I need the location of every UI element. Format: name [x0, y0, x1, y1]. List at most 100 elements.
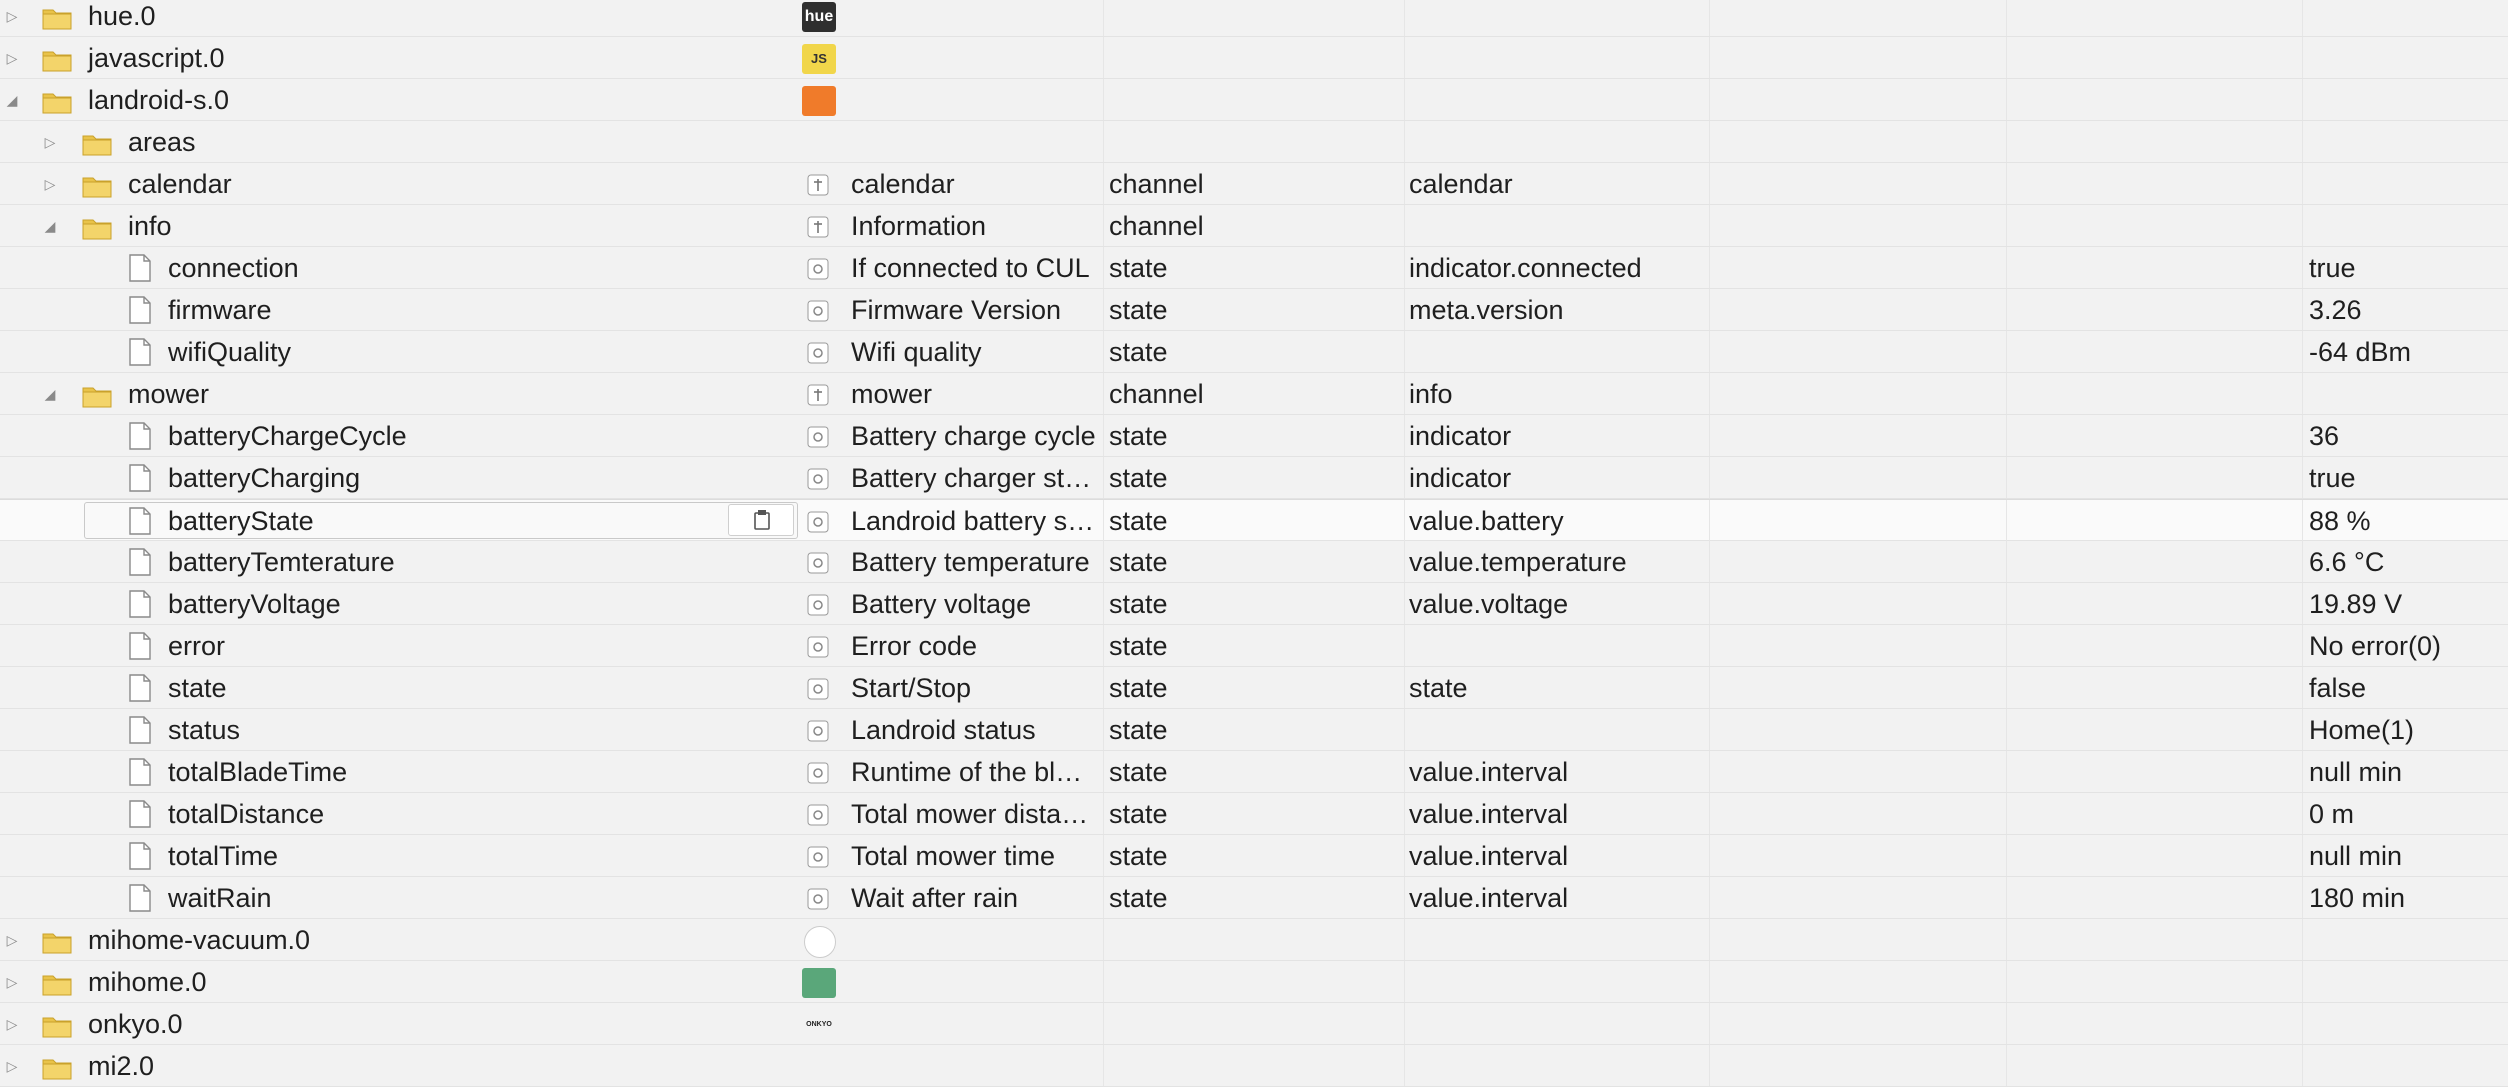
column-divider [2302, 1003, 2303, 1044]
column-divider [2302, 541, 2303, 582]
tree-row-status[interactable]: status Landroid status state Home(1) [0, 709, 2508, 751]
collapse-triangle-icon[interactable]: ◢ [40, 373, 60, 414]
state-file-icon [129, 296, 151, 324]
object-id[interactable]: totalBladeTime [168, 751, 347, 792]
object-name: Battery charge cycle [851, 421, 1096, 451]
column-divider [2302, 667, 2303, 708]
tree-row-firmware[interactable]: firmware Firmware Version state meta.versio… [0, 289, 2508, 331]
state-icon [807, 718, 829, 742]
column-divider [1103, 163, 1104, 204]
collapse-triangle-icon[interactable]: ◢ [2, 79, 22, 120]
tree-row-mower[interactable]: ◢ mower mower channel info [0, 373, 2508, 415]
tree-row-calendar[interactable]: ▷ calendar calendar channel calendar [0, 163, 2508, 205]
state-icon [807, 466, 829, 490]
column-divider [2006, 373, 2007, 414]
object-id[interactable]: mihome.0 [88, 961, 207, 1002]
tree-row-waitrain[interactable]: waitRain Wait after rain state value.interv… [0, 877, 2508, 919]
column-divider [1103, 1045, 1104, 1086]
expand-triangle-icon[interactable]: ▷ [2, 0, 22, 36]
object-id[interactable]: wifiQuality [168, 331, 291, 372]
expand-triangle-icon[interactable]: ▷ [40, 121, 60, 162]
object-id[interactable]: calendar [128, 163, 232, 204]
tree-row-mihome-0[interactable]: ▷ mihome.0 [0, 961, 2508, 1003]
object-id[interactable]: batteryVoltage [168, 583, 341, 624]
column-divider [2302, 583, 2303, 624]
object-id[interactable]: batteryChargeCycle [168, 415, 407, 456]
folder-icon [82, 174, 112, 198]
object-type: state [1109, 506, 1168, 536]
object-id[interactable]: connection [168, 247, 299, 288]
column-divider [2302, 1045, 2303, 1086]
column-divider [2006, 793, 2007, 834]
state-icon [807, 256, 829, 280]
object-id[interactable]: batteryState [168, 500, 314, 541]
object-id[interactable]: firmware [168, 289, 272, 330]
tree-row-areas[interactable]: ▷ areas [0, 121, 2508, 163]
object-id[interactable]: javascript.0 [88, 37, 225, 78]
collapse-triangle-icon[interactable]: ◢ [40, 205, 60, 246]
object-id[interactable]: hue.0 [88, 0, 156, 36]
tree-row-totaltime[interactable]: totalTime Total mower time state value.inte… [0, 835, 2508, 877]
object-name: Landroid status [851, 715, 1036, 745]
object-id[interactable]: totalDistance [168, 793, 324, 834]
tree-row-wifiquality[interactable]: wifiQuality Wifi quality state -64 dBm [0, 331, 2508, 373]
object-id[interactable]: waitRain [168, 877, 272, 918]
expand-triangle-icon[interactable]: ▷ [40, 163, 60, 204]
column-divider [1404, 667, 1405, 708]
tree-row-onkyo-0[interactable]: ▷ onkyo.0 ONKYO [0, 1003, 2508, 1045]
tree-row-batteryvoltage[interactable]: batteryVoltage Battery voltage state value.… [0, 583, 2508, 625]
object-id[interactable]: mi2.0 [88, 1045, 154, 1086]
mihome-adapter-icon [802, 968, 836, 998]
expand-triangle-icon[interactable]: ▷ [2, 1003, 22, 1044]
tree-row-landroid-s-0[interactable]: ◢ landroid-s.0 [0, 79, 2508, 121]
object-role [1409, 205, 1699, 246]
tree-row-javascript-0[interactable]: ▷ javascript.0 JS [0, 37, 2508, 79]
object-id[interactable]: error [168, 625, 225, 666]
column-divider [1404, 625, 1405, 666]
tree-row-connection[interactable]: connection If connected to CUL state indica… [0, 247, 2508, 289]
object-id[interactable]: state [168, 667, 227, 708]
column-divider [2006, 247, 2007, 288]
object-id[interactable]: totalTime [168, 835, 278, 876]
object-id[interactable]: batteryCharging [168, 457, 360, 498]
column-divider [1709, 0, 1710, 36]
object-id[interactable]: onkyo.0 [88, 1003, 183, 1044]
tree-row-error[interactable]: error Error code state No error(0) [0, 625, 2508, 667]
tree-row-mi2-0[interactable]: ▷ mi2.0 [0, 1045, 2508, 1087]
tree-row-hue-0[interactable]: ▷ hue.0 hue [0, 0, 2508, 37]
expand-triangle-icon[interactable]: ▷ [2, 1045, 22, 1086]
column-divider [1404, 919, 1405, 960]
column-divider [2302, 37, 2303, 78]
object-value: 36 [2309, 421, 2340, 451]
tree-row-batterycharging[interactable]: batteryCharging Battery charger st… state i… [0, 457, 2508, 499]
column-divider [2302, 500, 2303, 541]
column-divider [1709, 583, 1710, 624]
tree-row-batterystate[interactable]: batteryState Landroid battery s… state valu… [0, 499, 2508, 541]
object-id[interactable]: areas [128, 121, 196, 162]
object-type: state [1109, 295, 1168, 325]
expand-triangle-icon[interactable]: ▷ [2, 919, 22, 960]
column-divider [1404, 247, 1405, 288]
clipboard-button[interactable] [728, 504, 794, 536]
object-id[interactable]: info [128, 205, 172, 246]
tree-row-batterytemterature[interactable]: batteryTemterature Battery temperature sta… [0, 541, 2508, 583]
object-id[interactable]: batteryTemterature [168, 541, 395, 582]
expand-triangle-icon[interactable]: ▷ [2, 37, 22, 78]
object-name: mower [851, 379, 933, 409]
column-divider [1404, 373, 1405, 414]
tree-row-totalbladetime[interactable]: totalBladeTime Runtime of the bl… state val… [0, 751, 2508, 793]
tree-row-info[interactable]: ◢ info Information channel [0, 205, 2508, 247]
tree-row-mihome-vacuum-0[interactable]: ▷ mihome-vacuum.0 [0, 919, 2508, 961]
column-divider [1709, 373, 1710, 414]
object-type: state [1109, 883, 1168, 913]
object-id[interactable]: status [168, 709, 240, 750]
tree-row-batterychargecycle[interactable]: batteryChargeCycle Battery charge cycle st… [0, 415, 2508, 457]
tree-row-state[interactable]: state Start/Stop state state false [0, 667, 2508, 709]
column-divider [1709, 709, 1710, 750]
object-id[interactable]: mihome-vacuum.0 [88, 919, 310, 960]
object-id[interactable]: landroid-s.0 [88, 79, 229, 120]
object-id[interactable]: mower [128, 373, 209, 414]
tree-row-totaldistance[interactable]: totalDistance Total mower dista… state valu… [0, 793, 2508, 835]
object-value: 6.6 °C [2309, 547, 2385, 577]
expand-triangle-icon[interactable]: ▷ [2, 961, 22, 1002]
